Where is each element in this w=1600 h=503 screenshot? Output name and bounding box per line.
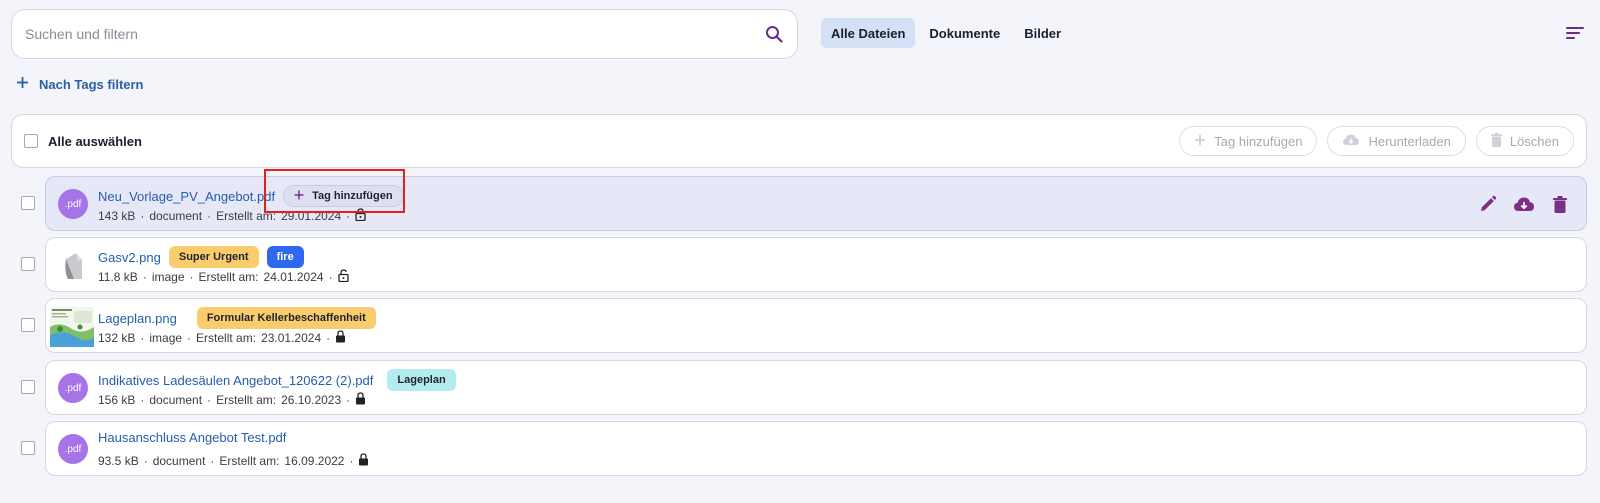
select-all-label: Alle auswählen xyxy=(48,133,142,149)
meta-separator: · xyxy=(346,393,351,407)
created-label: Erstellt am: xyxy=(196,331,257,345)
file-name-link[interactable]: Lageplan.png xyxy=(98,311,177,326)
unlocked-icon xyxy=(337,269,349,285)
created-label: Erstellt am: xyxy=(216,393,277,407)
meta-separator: · xyxy=(210,454,215,468)
bulk-add-tag-button[interactable]: Tag hinzufügen xyxy=(1179,126,1318,156)
plus-icon xyxy=(1194,134,1206,149)
tag-filter-label: Nach Tags filtern xyxy=(39,76,144,92)
meta-separator: · xyxy=(326,331,331,345)
tab-documents[interactable]: Dokumente xyxy=(919,18,1010,48)
file-row[interactable]: Gasv2.png Super Urgent fire 11.8 kB · ima… xyxy=(45,237,1587,292)
highlight-box xyxy=(264,169,405,213)
bulk-download-label: Herunterladen xyxy=(1368,133,1451,149)
image-thumbnail xyxy=(50,244,94,286)
lock-icon xyxy=(355,392,366,408)
plus-icon xyxy=(16,76,29,92)
lock-icon xyxy=(358,453,369,469)
search-bar xyxy=(11,9,798,59)
file-name-link[interactable]: Gasv2.png xyxy=(98,250,161,265)
bulk-add-tag-label: Tag hinzufügen xyxy=(1214,133,1303,149)
file-size: 11.8 kB xyxy=(98,270,138,284)
file-name-link[interactable]: Neu_Vorlage_PV_Angebot.pdf xyxy=(98,189,275,204)
file-row[interactable]: Lageplan.png Formular Kellerbeschaffenhe… xyxy=(45,298,1587,353)
sort-icon[interactable] xyxy=(1564,24,1586,42)
tag-filter-button[interactable]: Nach Tags filtern xyxy=(16,76,144,92)
search-icon[interactable] xyxy=(763,23,785,45)
file-type: image xyxy=(151,270,185,284)
meta-separator: · xyxy=(187,331,192,345)
select-all-checkbox[interactable] xyxy=(24,134,38,148)
file-name-link[interactable]: Hausanschluss Angebot Test.pdf xyxy=(98,430,286,445)
row-checkbox[interactable] xyxy=(21,380,35,394)
image-thumbnail xyxy=(50,306,94,348)
bulk-select-bar: Alle auswählen Tag hinzufügen Herunterla… xyxy=(11,114,1587,168)
file-row[interactable]: .pdf Hausanschluss Angebot Test.pdf 93.5… xyxy=(45,421,1587,476)
search-input[interactable] xyxy=(25,26,763,42)
created-date: 16.09.2022 xyxy=(284,454,345,468)
row-checkbox[interactable] xyxy=(21,196,35,210)
file-type: document xyxy=(149,393,203,407)
row-checkbox[interactable] xyxy=(21,441,35,455)
pdf-thumbnail: .pdf xyxy=(58,373,88,403)
file-type: document xyxy=(152,454,206,468)
pdf-thumbnail: .pdf xyxy=(58,434,88,464)
meta-separator: · xyxy=(328,270,333,284)
created-label: Erstellt am: xyxy=(198,270,259,284)
created-date: 24.01.2024 xyxy=(263,270,324,284)
pdf-thumbnail: .pdf xyxy=(58,189,88,219)
file-type-tabs: Alle Dateien Dokumente Bilder xyxy=(821,18,1071,48)
meta-separator: · xyxy=(207,393,212,407)
file-row[interactable]: .pdf Indikatives Ladesäulen Angebot_1206… xyxy=(45,360,1587,415)
file-name-link[interactable]: Indikatives Ladesäulen Angebot_120622 (2… xyxy=(98,373,373,388)
meta-separator: · xyxy=(140,209,145,223)
created-date: 26.10.2023 xyxy=(281,393,342,407)
meta-separator: · xyxy=(349,454,354,468)
tab-images[interactable]: Bilder xyxy=(1014,18,1071,48)
meta-separator: · xyxy=(143,454,148,468)
trash-icon xyxy=(1490,132,1502,150)
created-date: 23.01.2024 xyxy=(261,331,322,345)
bulk-delete-label: Löschen xyxy=(1509,133,1559,149)
bulk-download-button[interactable]: Herunterladen xyxy=(1327,126,1466,156)
row-checkbox[interactable] xyxy=(21,257,35,271)
bulk-actions: Tag hinzufügen Herunterladen Löschen xyxy=(1179,126,1574,156)
cloud-download-icon xyxy=(1342,133,1360,149)
tag-badge[interactable]: fire xyxy=(266,246,304,268)
file-size: 156 kB xyxy=(98,393,136,407)
meta-separator: · xyxy=(142,270,147,284)
file-size: 143 kB xyxy=(98,209,136,223)
file-type: image xyxy=(149,331,183,345)
trash-icon[interactable] xyxy=(1549,193,1571,215)
meta-separator: · xyxy=(207,209,212,223)
tag-badge[interactable]: Formular Kellerbeschaffenheit xyxy=(196,307,376,329)
bulk-delete-button[interactable]: Löschen xyxy=(1475,126,1574,156)
meta-separator: · xyxy=(189,270,194,284)
tab-all-files[interactable]: Alle Dateien xyxy=(821,18,916,48)
tag-badge[interactable]: Lageplan xyxy=(387,369,456,391)
edit-icon[interactable] xyxy=(1477,193,1499,215)
meta-separator: · xyxy=(140,393,145,407)
row-actions xyxy=(1477,193,1571,215)
tag-badge[interactable]: Super Urgent xyxy=(168,246,259,268)
created-label: Erstellt am: xyxy=(219,454,280,468)
cloud-download-icon[interactable] xyxy=(1513,193,1535,215)
file-size: 132 kB xyxy=(98,331,136,345)
file-size: 93.5 kB xyxy=(98,454,139,468)
row-checkbox[interactable] xyxy=(21,318,35,332)
lock-icon xyxy=(335,330,346,346)
meta-separator: · xyxy=(140,331,145,345)
file-type: document xyxy=(149,209,203,223)
